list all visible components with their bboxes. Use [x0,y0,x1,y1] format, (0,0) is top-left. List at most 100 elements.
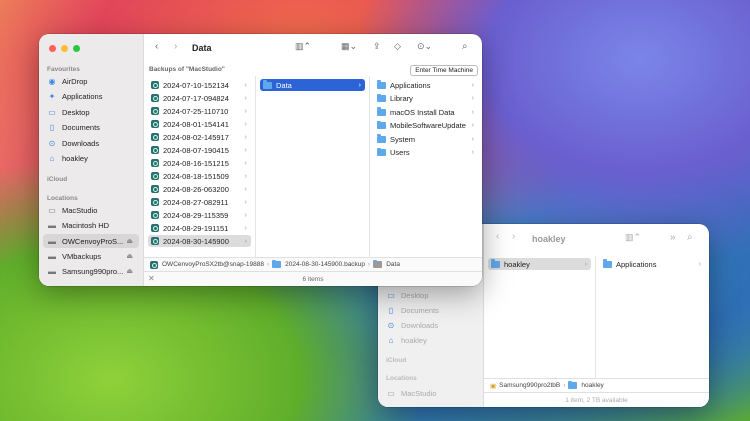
folder-icon [377,80,386,89]
sidebar-item-hoakley[interactable]: ⌂ hoakley [43,151,139,165]
sidebar-item-documents[interactable]: ▯ Documents [43,120,139,134]
path-segment[interactable]: Samsung990pro2tbB [499,382,560,389]
eject-icon[interactable]: ⏏ [126,237,133,245]
enter-time-machine-button[interactable]: Enter Time Machine [410,65,478,76]
backup-row[interactable]: 2024-08-07-190415 › [148,144,251,156]
backup-row[interactable]: 2024-07-25-110710 › [148,105,251,117]
chevron-right-icon: › [471,149,474,156]
backup-row[interactable]: 2024-08-01-154141 › [148,118,251,130]
back-arrow-icon[interactable]: ‹ [155,41,158,52]
item-label: 2024-08-30-145900 [163,236,229,246]
search-icon[interactable]: ⌕ [687,232,693,243]
folder-icon [272,259,282,268]
item-label: 2024-08-02-145917 [163,132,229,142]
backup-row[interactable]: 2024-08-29-115359 › [148,209,251,221]
column-view-icon[interactable]: ▥⌃ [295,41,311,52]
list-item[interactable]: Data › [260,79,365,91]
download-icon: ⊙ [48,138,56,148]
backup-row[interactable]: 2024-08-02-145917 › [148,131,251,143]
window-title: hoakley [532,234,566,244]
sidebar-item-downloads[interactable]: ⊙ Downloads [382,318,479,332]
folder-icon [568,380,578,389]
backup-row[interactable]: 2024-07-17-094824 › [148,92,251,104]
finder-window-front[interactable]: Favourites ◉ AirDrop ✦ Applications ▭ Deskt… [39,34,482,286]
sidebar-item-documents[interactable]: ▯ Documents [382,303,479,317]
section-favourites: Favourites [47,66,80,73]
path-segment[interactable]: hoakley [581,382,603,389]
path-segment[interactable]: 2024-08-30-145900.backup [285,261,365,268]
action-menu-icon[interactable]: ⊙⌄ [417,41,432,52]
share-icon[interactable]: ⇪ [373,41,381,52]
list-item[interactable]: MobileSoftwareUpdate › [374,120,478,132]
snapshot-icon [150,260,158,269]
path-segment[interactable]: OWCenvoyProSX2tb@snap-19888 [162,261,264,268]
backup-row[interactable]: 2024-08-27-082911 › [148,196,251,208]
sidebar-item-macstudio[interactable]: ▭ MacStudio [382,386,479,400]
minimize-button[interactable] [61,45,68,52]
folder-icon [603,259,612,268]
document-icon: ▯ [388,305,394,315]
status-bar: 6 items [144,271,482,286]
group-icon[interactable]: ▦⌄ [341,41,357,52]
list-item[interactable]: Users › [374,147,478,159]
backup-row[interactable]: 2024-08-30-145900 › [148,235,251,247]
more-chevrons-icon[interactable]: » [670,232,676,243]
folder-icon [377,93,386,102]
sidebar-item-samsung[interactable]: ▬ Samsung990pro... ⏏ [43,264,139,278]
list-item[interactable]: macOS Install Data › [374,106,478,118]
snapshot-icon [151,159,159,167]
backup-row[interactable]: 2024-08-26-063200 › [148,183,251,195]
backup-row[interactable]: 2024-08-18-151509 › [148,170,251,182]
item-label: Applications [390,80,431,90]
drive-icon: ▬ [48,236,56,246]
list-item[interactable]: Applications › [600,258,705,270]
sidebar-item-hoakley[interactable]: ⌂ hoakley [382,333,479,347]
folder-icon [377,120,386,129]
close-button[interactable] [49,45,56,52]
snapshot-icon [151,94,159,102]
column-view-icon[interactable]: ▥⌃ [625,232,641,243]
sidebar-item-downloads[interactable]: ⊙ Downloads [43,136,139,150]
sidebar: Favourites ◉ AirDrop ✦ Applications ▭ Deskt… [39,34,144,286]
sidebar-label: OWCenvoyProS... [62,236,124,246]
sidebar-item-vmbackups[interactable]: ▬ VMbackups ⏏ [43,249,139,263]
list-item[interactable]: hoakley › [488,258,591,270]
backup-row[interactable]: 2024-08-16-151215 › [148,157,251,169]
tag-icon[interactable]: ◇ [394,41,401,52]
chevron-right-icon: › [244,81,247,89]
forward-arrow-icon[interactable]: › [174,41,177,52]
path-segment[interactable]: Data [386,261,400,268]
item-label: 2024-08-16-151215 [163,158,229,168]
forward-arrow-icon[interactable]: › [512,231,515,242]
zoom-button[interactable] [73,45,80,52]
sidebar-item-macintosh-hd[interactable]: ▬ Macintosh HD [43,218,139,232]
folder-icon [263,80,272,89]
eject-icon[interactable]: ⏏ [126,267,133,275]
sidebar-item-owcenvoy[interactable]: ▬ OWCenvoyProS... ⏏ [43,234,139,248]
folder-icon [373,259,383,268]
list-item[interactable]: Applications › [374,79,478,91]
eject-icon[interactable]: ⏏ [126,252,133,260]
sidebar-item-desktop[interactable]: ▭ Desktop [43,105,139,119]
chevron-right-icon: › [244,237,247,245]
sidebar-item-macstudio[interactable]: ▭ MacStudio [43,203,139,217]
drive-icon: ▬ [48,266,56,276]
backup-row[interactable]: 2024-08-29-191151 › [148,222,251,234]
chevron-right-icon: › [244,94,247,102]
chevron-right-icon: › [584,260,587,268]
sidebar-item-airdrop[interactable]: ◉ AirDrop [43,74,139,88]
folder-icon [377,107,386,116]
close-sidebar-icon[interactable]: ✕ [148,274,155,283]
path-separator-icon: › [563,382,566,389]
search-icon[interactable]: ⌕ [462,41,468,52]
list-item[interactable]: Library › [374,93,478,105]
sidebar-item-desktop[interactable]: ▭ Desktop [382,288,479,302]
folder-icon [377,134,386,143]
status-bar: 1 item, 2 TB available [484,392,709,407]
window-controls [49,45,80,52]
back-arrow-icon[interactable]: ‹ [496,231,499,242]
sidebar-item-applications[interactable]: ✦ Applications [43,89,139,103]
list-item[interactable]: System › [374,133,478,145]
backup-row[interactable]: 2024-07-10-152134 › [148,79,251,91]
sidebar-label: hoakley [401,335,427,345]
